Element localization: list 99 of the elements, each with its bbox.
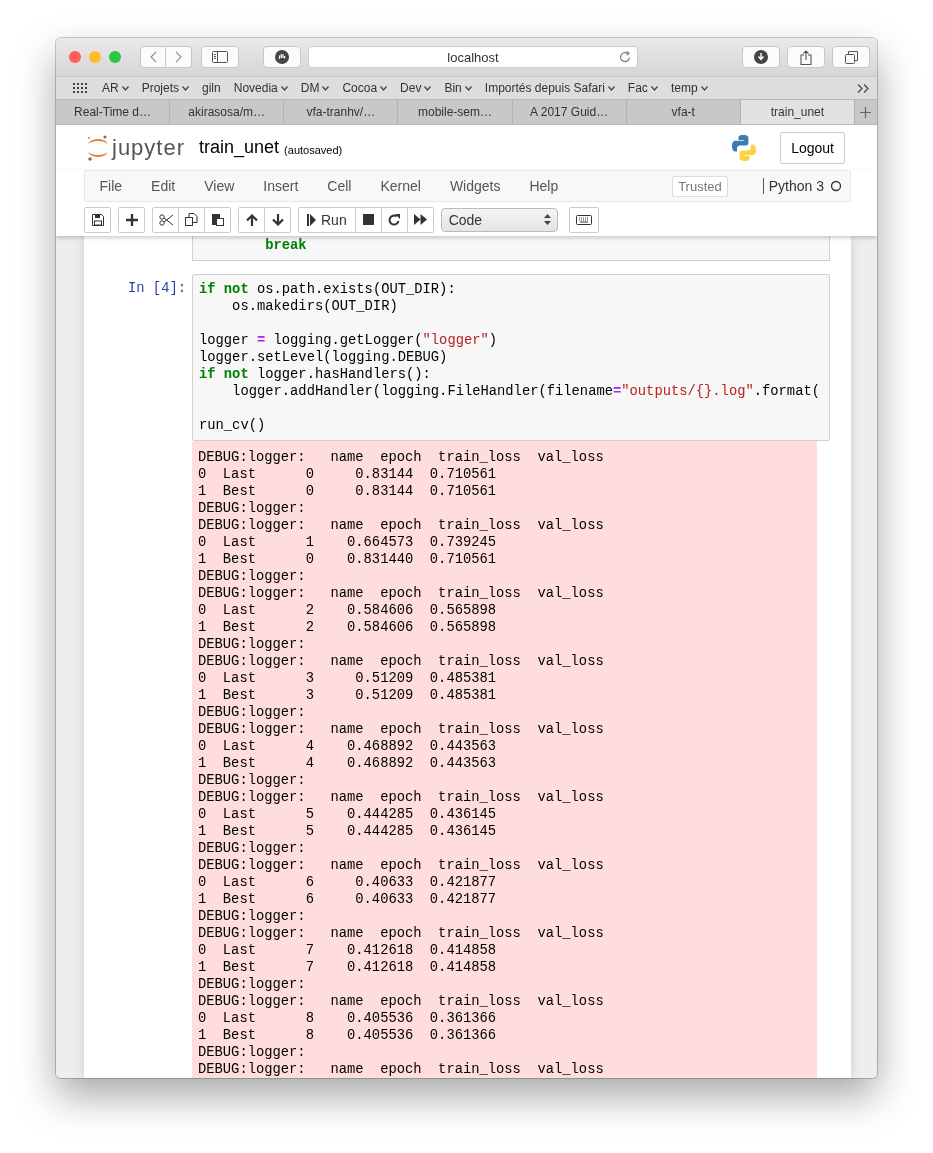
tabs-icon bbox=[844, 50, 858, 64]
browser-tab[interactable]: mobile-sem… bbox=[398, 100, 513, 124]
logout-button[interactable]: Logout bbox=[780, 131, 845, 164]
scissors-icon bbox=[158, 213, 173, 226]
bookmark-item[interactable]: AR bbox=[102, 81, 129, 95]
bookmark-item[interactable]: DM bbox=[300, 81, 330, 95]
run-button[interactable]: Run bbox=[298, 206, 356, 233]
python-logo-icon bbox=[730, 133, 759, 162]
code-line: os.makedirs(OUT_DIR) bbox=[231, 298, 399, 315]
notebook-name[interactable]: train_unet bbox=[199, 137, 280, 158]
jupyter-logo-text: jupyter bbox=[112, 134, 186, 161]
sidebar-button[interactable] bbox=[201, 46, 239, 68]
bookmark-item[interactable]: temp bbox=[670, 81, 708, 95]
chevron-down-icon bbox=[464, 85, 472, 91]
cell-output: DEBUG:logger: name epoch train_loss val_loss 0 Last 0 0.83144 0.710561 1 Best 0 0.83144 0.710561 DEBUG:logger: DEBUG:logger: name epoch train_loss val_loss 0 Last 1 0.664573 0.739245 1 Best 0 0.831440 0.710561 DEBUG:logger: DEBUG:logger: name epoch train_loss val_loss 0 Last 2 0.584606 0.565898 1 Best 2 0.584606 0.565898 DEBUG:logger: DEBUG:logger: name epoch train_loss val_loss 0 Last 3 0.51209 0.485381 1 Best 3 0.51209 0.485381 DEBUG:logger: DEBUG:logger: name epoch train_loss val_loss 0 Last 4 0.468892 0.443563 1 Best 4 0.468892 0.443563 DEBUG:logger: DEBUG:logger: name epoch train_loss val_loss 0 Last 5 0.444285 0.436145 1 Best 5 0.444285 0.436145 DEBUG:logger: DEBUG:logger: name epoch train_loss val_loss 0 Last 6 0.40633 0.421877 1 Best 6 0.40633 0.421877 DEBUG:logger: DEBUG:logger: name epoch train_loss val_loss 0 Last 7 0.412618 0.414858 1 Best 7 0.412618 0.414858 DEBUG:logger: DEBUG:logger: name epoch train_loss val_loss 0 Last 8 0.405536 0.361366 1 Best 8 0.405536 0.361366 DEBUG:logger: DEBUG:logger: name epoch train_loss val_loss bbox=[192, 441, 817, 1078]
bookmark-item[interactable]: Bin bbox=[444, 81, 472, 95]
reload-icon bbox=[619, 51, 631, 63]
arrow-down-icon bbox=[271, 213, 284, 226]
step-forward-icon bbox=[307, 213, 316, 226]
copy-icon bbox=[185, 213, 198, 226]
code-line: break bbox=[264, 237, 308, 254]
menu-item[interactable]: View bbox=[189, 178, 249, 194]
chevron-down-icon bbox=[424, 85, 432, 91]
download-icon bbox=[754, 50, 768, 64]
menu-item[interactable]: Cell bbox=[312, 178, 366, 194]
bookmark-item[interactable]: Fac bbox=[627, 81, 658, 95]
code-line: run_cv() bbox=[199, 417, 267, 434]
menu-item[interactable]: Widgets bbox=[435, 178, 515, 194]
hand-icon bbox=[275, 50, 289, 64]
cell-type-dropdown[interactable]: Code bbox=[440, 207, 558, 232]
chevron-right-icon bbox=[174, 51, 183, 63]
bookmark-item[interactable]: Projets bbox=[141, 81, 190, 95]
plus-icon bbox=[125, 213, 138, 226]
chevron-down-icon bbox=[121, 85, 129, 91]
paste-button[interactable] bbox=[204, 206, 231, 233]
chevron-down-icon bbox=[380, 85, 388, 91]
code-line: logger = logging.getLogger("logger") bbox=[199, 332, 499, 349]
chevron-down-icon bbox=[650, 85, 658, 91]
code-line: logger.setLevel(logging.DEBUG) bbox=[199, 349, 449, 366]
bookmark-item[interactable]: Novedia bbox=[233, 81, 288, 95]
browser-tab[interactable]: vfa-t bbox=[626, 100, 741, 124]
share-icon bbox=[800, 49, 812, 65]
cut-button[interactable] bbox=[152, 206, 179, 233]
cell-prompt: In [4]: bbox=[128, 280, 186, 297]
downloads-button[interactable] bbox=[742, 46, 780, 68]
menu-item[interactable]: File bbox=[85, 178, 137, 194]
plus-icon bbox=[860, 106, 872, 118]
bookmark-item[interactable]: Importés depuis Safari bbox=[484, 81, 615, 95]
insert-cell-button[interactable] bbox=[118, 206, 145, 233]
menu-item[interactable]: Insert bbox=[248, 178, 313, 194]
bookmark-item[interactable]: giln bbox=[202, 81, 221, 95]
restart-button[interactable] bbox=[380, 206, 408, 233]
chevron-down-icon bbox=[607, 85, 615, 91]
move-down-button[interactable] bbox=[264, 206, 291, 233]
sidebar-icon bbox=[212, 51, 228, 63]
chevron-left-icon bbox=[149, 51, 157, 63]
stop-button[interactable] bbox=[354, 206, 382, 233]
arrow-up-icon bbox=[245, 213, 258, 226]
fast-forward-button[interactable] bbox=[406, 206, 434, 233]
browser-tab[interactable]: vfa-tranhv/… bbox=[284, 100, 399, 124]
kernel-name: Python 3 bbox=[762, 178, 824, 194]
bookmark-item[interactable]: Cocoa bbox=[342, 81, 388, 95]
chevron-down-icon bbox=[280, 85, 288, 91]
chevron-down-icon bbox=[182, 85, 190, 91]
stop-icon bbox=[362, 214, 374, 225]
menu-item[interactable]: Kernel bbox=[365, 178, 436, 194]
browser-tab[interactable]: Real-Time d… bbox=[56, 100, 171, 124]
save-icon bbox=[91, 213, 104, 226]
move-up-button[interactable] bbox=[238, 206, 265, 233]
chevrons-right-icon bbox=[857, 83, 869, 93]
code-line: logger.addHandler(logging.FileHandler(filename="outputs/{}.log".format( bbox=[231, 383, 821, 400]
keyboard-button[interactable] bbox=[568, 206, 599, 233]
paste-icon bbox=[211, 213, 224, 226]
address-field[interactable]: localhost bbox=[308, 46, 638, 68]
save-button[interactable] bbox=[84, 206, 111, 233]
menu-item[interactable]: Help bbox=[514, 178, 573, 194]
jupyter-logo-icon bbox=[86, 133, 110, 162]
updown-icon bbox=[543, 214, 551, 225]
code-line: if not logger.hasHandlers(): bbox=[199, 366, 432, 383]
trusted-indicator[interactable]: Trusted bbox=[672, 175, 728, 197]
bookmark-item[interactable]: Dev bbox=[400, 81, 432, 95]
restart-icon bbox=[388, 213, 401, 226]
browser-tab[interactable]: akirasosa/m… bbox=[170, 100, 285, 124]
menu-item[interactable]: Edit bbox=[136, 178, 190, 194]
chevron-down-icon bbox=[700, 85, 708, 91]
privacy-button[interactable] bbox=[263, 46, 301, 68]
share-button[interactable] bbox=[787, 46, 825, 68]
tabs-button[interactable] bbox=[832, 46, 870, 68]
copy-button[interactable] bbox=[178, 206, 205, 233]
keyboard-icon bbox=[575, 214, 592, 225]
autosave-status: (autosaved) bbox=[284, 143, 343, 156]
kernel-idle-icon bbox=[830, 180, 842, 192]
browser-tab[interactable]: train_unet bbox=[740, 100, 855, 124]
browser-tab[interactable]: A 2017 Guid… bbox=[512, 100, 627, 124]
code-line: if not os.path.exists(OUT_DIR): bbox=[199, 281, 457, 298]
fast-forward-icon bbox=[413, 214, 427, 225]
code-cell[interactable] bbox=[192, 274, 830, 441]
chevron-down-icon bbox=[322, 85, 330, 91]
grid-icon bbox=[73, 83, 87, 93]
